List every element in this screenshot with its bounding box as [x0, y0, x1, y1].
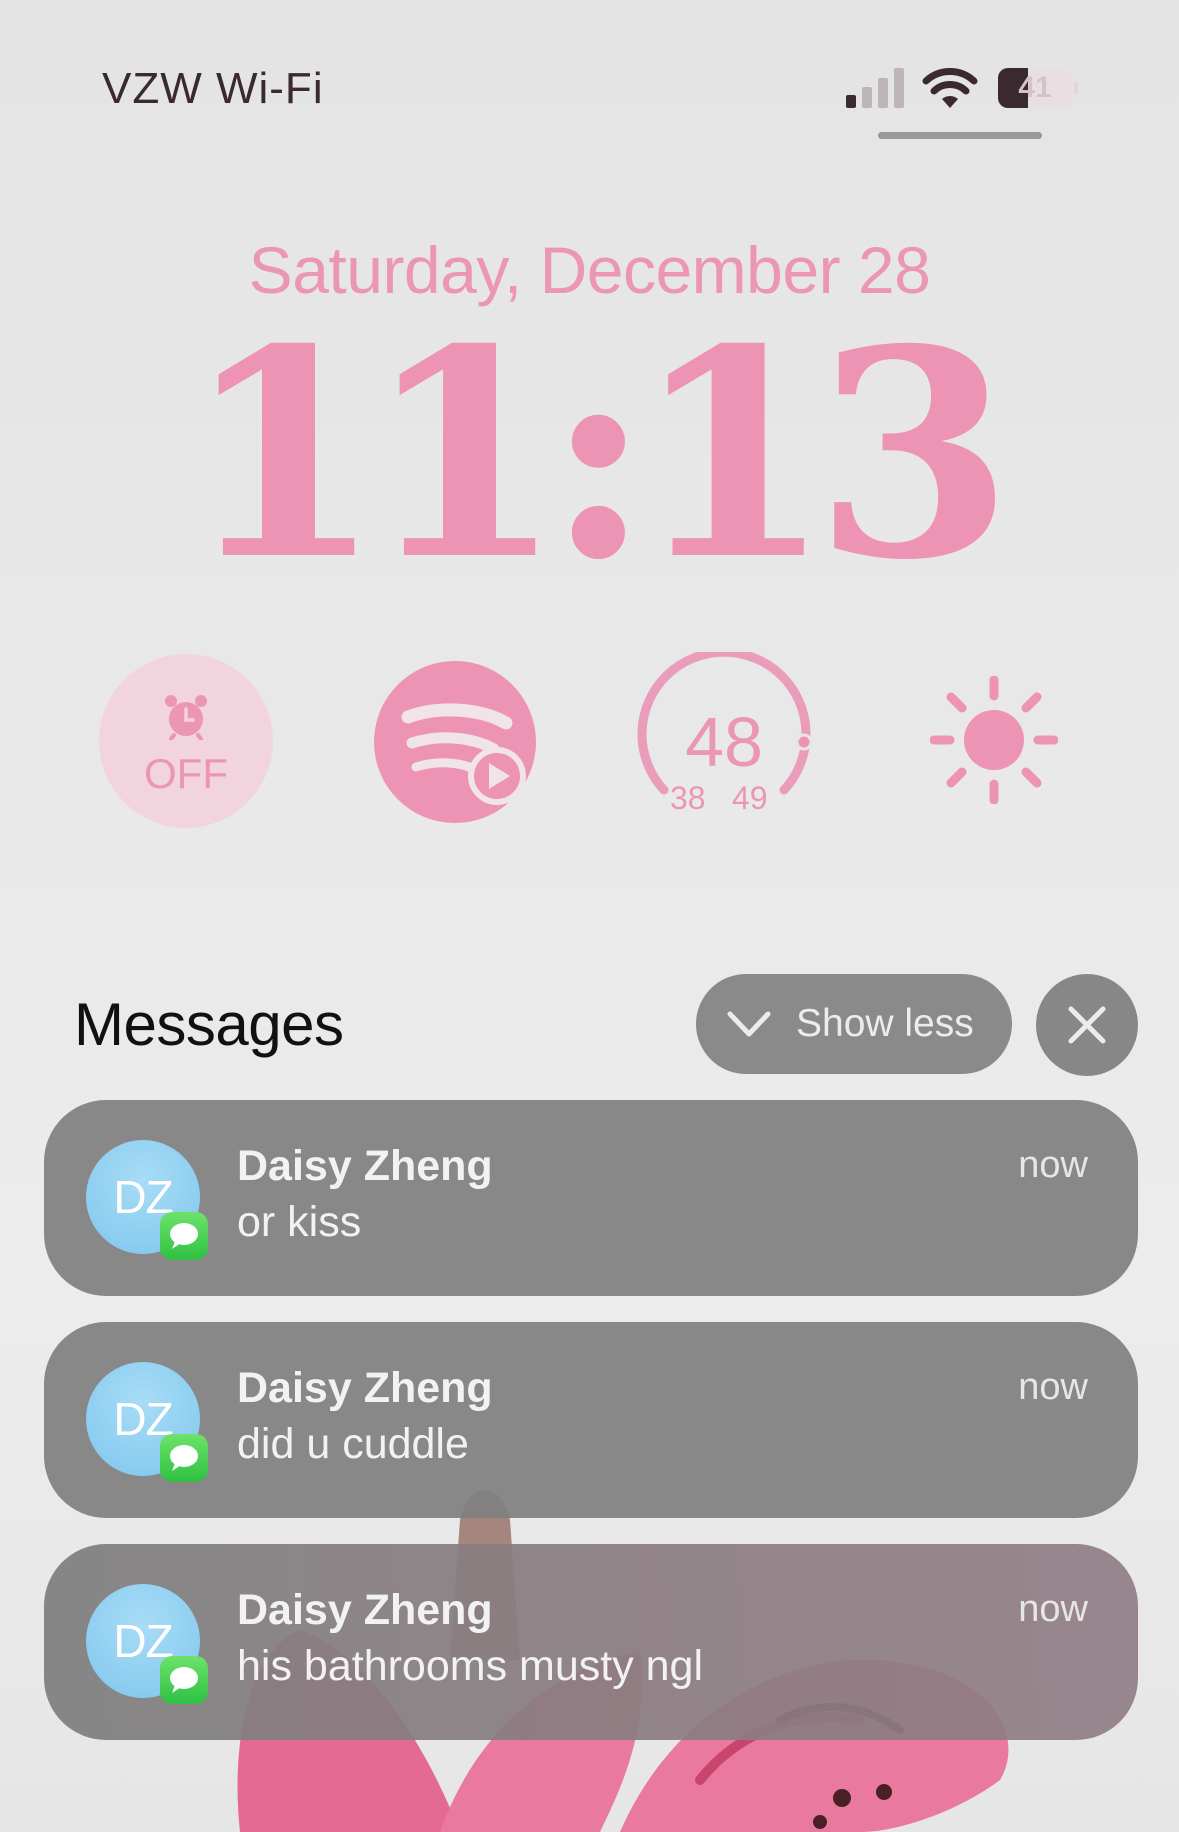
top-indicator-bar — [878, 132, 1042, 139]
clear-notifications-button[interactable] — [1036, 974, 1138, 1076]
alarm-widget[interactable]: OFF — [99, 654, 273, 828]
notification-sender: Daisy Zheng — [237, 1364, 493, 1412]
show-less-label: Show less — [796, 1002, 974, 1045]
alarm-status-label: OFF — [144, 750, 228, 797]
chevron-down-icon — [727, 1011, 771, 1037]
notification-card[interactable]: DZ Daisy Zheng or kiss now — [44, 1100, 1138, 1296]
notification-card[interactable]: DZ Daisy Zheng did u cuddle now — [44, 1322, 1138, 1518]
battery-level: 41 — [1018, 71, 1052, 104]
sun-icon — [929, 675, 1059, 805]
notification-time: now — [1018, 1144, 1088, 1186]
notification-time: now — [1018, 1588, 1088, 1630]
messages-app-icon — [160, 1434, 208, 1482]
notification-sender: Daisy Zheng — [237, 1586, 493, 1634]
carrier-name: VZW Wi-Fi — [102, 64, 324, 113]
alarm-clock-icon — [165, 695, 207, 740]
close-icon — [1068, 1006, 1106, 1044]
status-bar: VZW Wi-Fi 41 — [0, 0, 1179, 150]
battery-icon: 41 — [998, 68, 1078, 108]
spotify-icon — [374, 661, 536, 823]
high-temperature: 49 — [732, 780, 768, 816]
brightness-widget[interactable] — [929, 675, 1059, 805]
notification-time: now — [1018, 1366, 1088, 1408]
spotify-widget[interactable] — [374, 661, 536, 823]
notification-group-title: Messages — [74, 991, 344, 1058]
notification-sender: Daisy Zheng — [237, 1142, 493, 1190]
show-less-button[interactable]: Show less — [696, 974, 1012, 1074]
messages-app-icon — [160, 1656, 208, 1704]
messages-app-icon — [160, 1212, 208, 1260]
notification-message: his bathrooms musty ngl — [237, 1642, 704, 1690]
notification-message: did u cuddle — [237, 1420, 469, 1468]
cellular-signal-icon — [846, 68, 904, 108]
current-temperature: 48 — [685, 703, 763, 781]
notification-card[interactable]: DZ Daisy Zheng his bathrooms musty ngl n… — [44, 1544, 1138, 1740]
wifi-icon — [922, 68, 978, 108]
lock-screen-clock: 11:13 — [183, 287, 1014, 623]
weather-widget[interactable]: 48 38 49 — [634, 652, 814, 832]
notification-message: or kiss — [237, 1198, 362, 1246]
low-temperature: 38 — [670, 780, 706, 816]
